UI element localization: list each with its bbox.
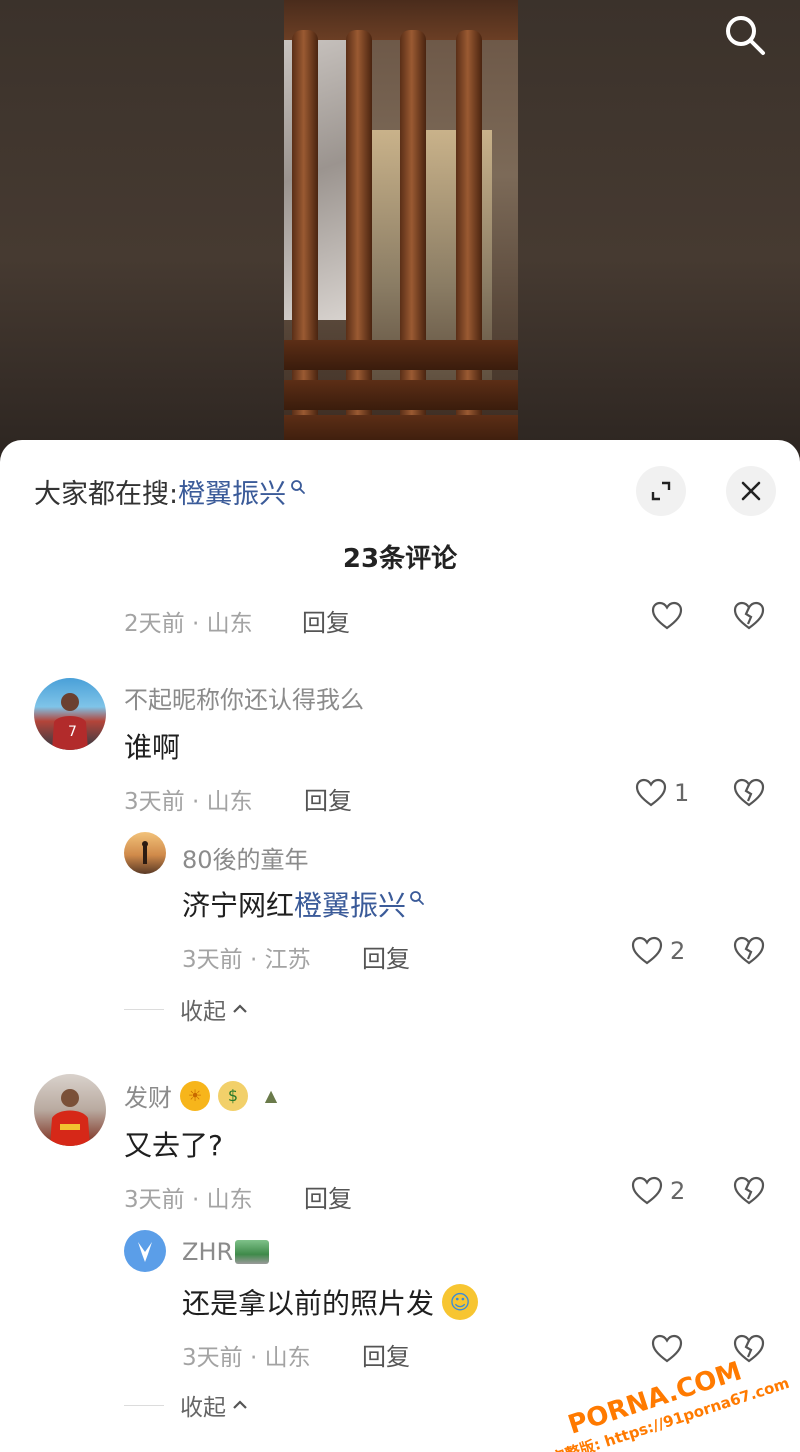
heart-icon [631,936,663,965]
comment-text: 又去了? [124,1129,223,1162]
video-stair-step [284,340,518,370]
video-baluster [456,30,482,440]
collapse-label: 收起 [180,1395,226,1421]
video-stair-step [284,415,518,440]
comment-meta: 3天前 · 山东 [124,1187,253,1213]
reply-text: 济宁网红 橙翼振兴 [182,884,425,924]
hot-search-keyword[interactable]: 橙翼振兴 [178,472,286,511]
reply-button[interactable]: 回复 [304,781,352,816]
close-button[interactable] [726,466,776,516]
video-stair-step [284,380,518,410]
divider [124,1008,164,1010]
comment-username[interactable]: 发财 [124,1078,172,1113]
reply-username[interactable]: ZHR [182,1238,233,1266]
heart-icon [631,1176,663,1205]
reply-button[interactable]: 回复 [302,603,350,638]
search-icon[interactable] [720,10,770,60]
dislike-button[interactable] [732,776,766,814]
comment-count-title: 23条评论 [342,544,458,574]
hot-search-prefix: 大家都在搜: [34,479,179,510]
reply-text-prefix: 济宁网红 [182,889,295,922]
reply-username[interactable]: 80後的童年 [182,840,309,875]
like-count: 1 [674,779,690,807]
comment-item: 7 不起昵称你还认得我么 谁啊 3天前 · 山东 回复 1 80後的童年 济宁网… [0,670,800,1050]
comment-sheet: 大家都在搜: 橙翼振兴 23条评论 2天前 · 山东 回复 7 不起昵称你还认得… [0,440,800,1452]
chevron-up-icon [233,1004,247,1013]
reply-button[interactable]: 回复 [304,1179,352,1214]
expand-button[interactable] [636,466,686,516]
mountain-emoji-icon: ▲ [264,1085,278,1105]
dislike-button[interactable] [732,599,766,637]
like-count: 2 [670,937,686,965]
like-button[interactable] [650,1332,684,1366]
comment-item: 2天前 · 山东 回复 [0,590,800,650]
reply-meta: 3天前 · 江苏 [182,947,311,973]
reply-text: 还是拿以前的照片发 [182,1287,435,1320]
comment-meta: 3天前 · 山东 [124,789,253,815]
avatar[interactable] [124,1230,166,1272]
heart-icon [651,601,683,630]
comment-username[interactable]: 不起昵称你还认得我么 [124,680,364,715]
comment-username-row: 发财 ☀ $ ▲ [124,1078,286,1113]
chevron-up-icon [233,1400,247,1409]
broken-heart-icon [733,778,765,807]
like-button[interactable]: 2 [630,1174,685,1208]
avatar[interactable] [34,1074,106,1146]
avatar[interactable]: 7 [34,678,106,750]
like-button[interactable]: 2 [630,934,685,968]
search-icon [291,479,306,494]
close-icon [741,481,761,501]
broken-heart-icon [733,936,765,965]
dislike-button[interactable] [732,934,766,972]
search-icon [410,891,424,905]
heart-icon [651,1334,683,1363]
comment-text: 谁啊 [124,731,181,764]
like-button[interactable] [650,599,684,633]
reply-text-row: 还是拿以前的照片发 ☺ [182,1282,479,1322]
collapse-replies-button[interactable]: 收起 [124,992,248,1026]
comment-sheet-header: 大家都在搜: 橙翼振兴 23条评论 [0,440,800,574]
svg-text:7: 7 [68,724,77,740]
reply-button[interactable]: 回复 [362,1337,410,1372]
video-baluster [292,30,318,440]
hot-search-bar[interactable]: 大家都在搜: 橙翼振兴 [34,472,306,511]
money-bag-emoji-icon: $ [218,1080,248,1111]
like-count: 2 [670,1177,686,1205]
collapse-label: 收起 [180,999,226,1025]
dislike-button[interactable] [732,1174,766,1212]
laughing-crying-emoji-icon: ☺ [442,1284,479,1320]
comment-meta: 2天前 · 山东 [124,611,253,637]
reply-text-keyword[interactable]: 橙翼振兴 [294,884,406,924]
road-emoji-icon [235,1240,270,1264]
avatar[interactable] [124,832,166,874]
sun-emoji-icon: ☀ [180,1080,210,1111]
broken-heart-icon [733,1176,765,1205]
like-button[interactable]: 1 [634,776,689,810]
video-baluster [346,30,372,440]
divider [124,1404,164,1406]
video-frame [284,0,518,440]
video-player[interactable] [0,0,800,470]
reply-meta: 3天前 · 山东 [182,1345,311,1371]
reply-username-row: ZHR [182,1238,270,1266]
collapse-replies-button[interactable]: 收起 [124,1388,248,1422]
heart-icon [635,778,667,807]
expand-icon [651,481,671,501]
video-baluster [400,30,426,440]
broken-heart-icon [733,601,765,630]
reply-button[interactable]: 回复 [362,939,410,974]
